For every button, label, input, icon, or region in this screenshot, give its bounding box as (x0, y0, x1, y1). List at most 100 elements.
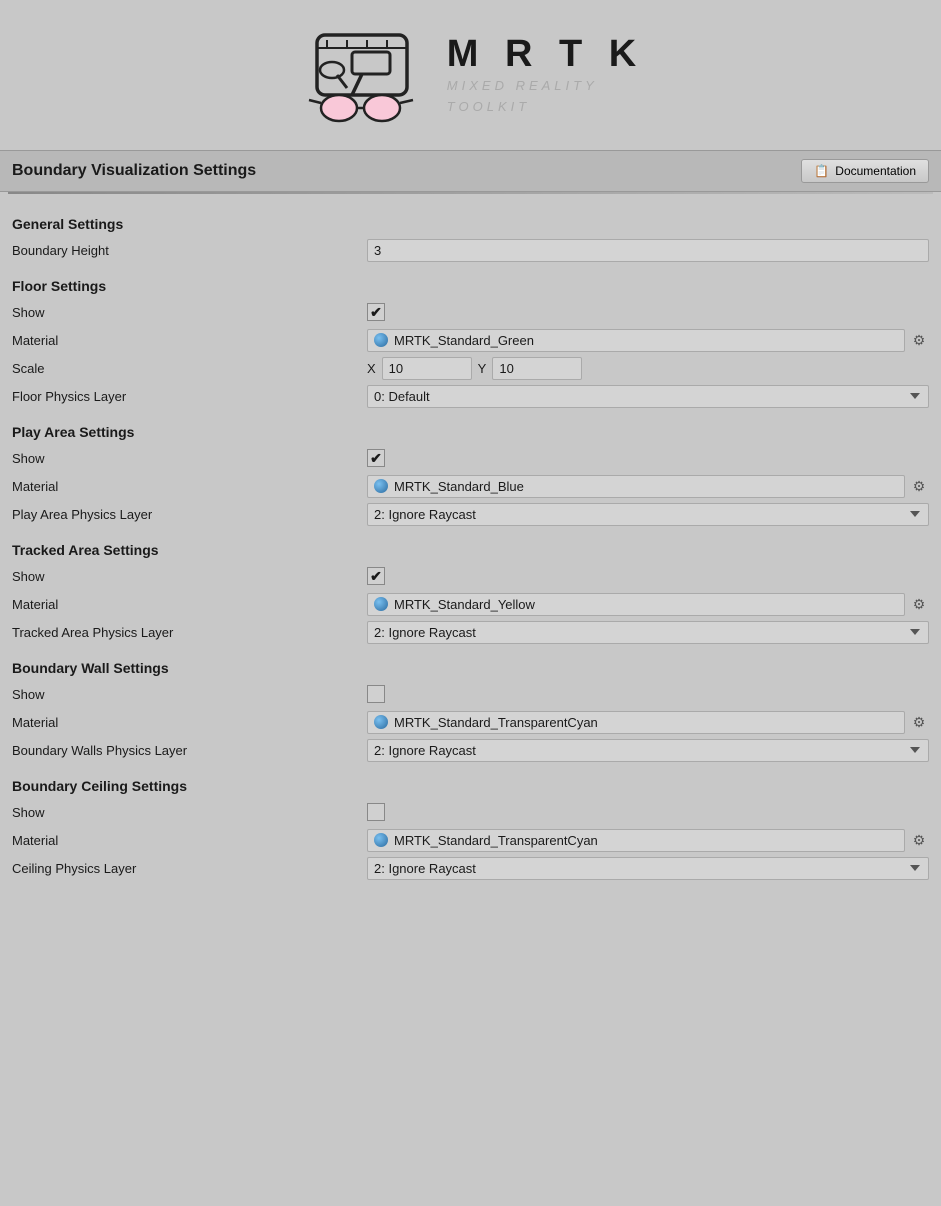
tracked-area-show-checkbox[interactable]: ✔ (367, 567, 385, 585)
boundary-wall-material-text: MRTK_Standard_TransparentCyan (394, 715, 598, 730)
play-area-checkmark: ✔ (370, 451, 382, 465)
play-area-physics-layer-row: Play Area Physics Layer 0: Default 1: Tr… (12, 502, 929, 526)
boundary-wall-material-dot (374, 715, 388, 729)
tracked-area-physics-layer-value: 0: Default 1: TransparentFX 2: Ignore Ra… (367, 621, 929, 644)
floor-scale-row: Scale X Y (12, 356, 929, 380)
floor-material-field[interactable]: MRTK_Standard_Green (367, 329, 905, 352)
boundary-wall-physics-layer-label: Boundary Walls Physics Layer (12, 743, 367, 758)
tracked-area-physics-layer-row: Tracked Area Physics Layer 0: Default 1:… (12, 620, 929, 644)
floor-scale-value: X Y (367, 357, 929, 380)
floor-show-label: Show (12, 305, 367, 320)
floor-material-gear[interactable]: ⚙ (909, 330, 929, 350)
boundary-ceiling-material-dot (374, 833, 388, 847)
tracked-area-settings-group: Tracked Area Settings Show ✔ Material MR… (12, 542, 929, 644)
floor-material-row-inner: MRTK_Standard_Green ⚙ (367, 329, 929, 352)
floor-settings-group: Floor Settings Show ✔ Material MRTK_Stan… (12, 278, 929, 408)
tracked-area-show-value: ✔ (367, 567, 929, 585)
boundary-ceiling-material-row: Material MRTK_Standard_TransparentCyan ⚙ (12, 828, 929, 852)
play-area-material-label: Material (12, 479, 367, 494)
section-header-bar: Boundary Visualization Settings 📋 Docume… (0, 150, 941, 192)
boundary-ceiling-material-gear[interactable]: ⚙ (909, 830, 929, 850)
floor-physics-layer-select[interactable]: 0: Default 1: TransparentFX 2: Ignore Ra… (367, 385, 929, 408)
tracked-area-show-row: Show ✔ (12, 564, 929, 588)
boundary-ceiling-material-label: Material (12, 833, 367, 848)
play-area-material-value: MRTK_Standard_Blue ⚙ (367, 475, 929, 498)
floor-settings-title: Floor Settings (12, 278, 929, 294)
doc-button-label: Documentation (835, 164, 916, 178)
boundary-ceiling-material-row-inner: MRTK_Standard_TransparentCyan ⚙ (367, 829, 929, 852)
boundary-ceiling-show-checkbox[interactable] (367, 803, 385, 821)
boundary-ceiling-material-text: MRTK_Standard_TransparentCyan (394, 833, 598, 848)
floor-show-row: Show ✔ (12, 300, 929, 324)
play-area-show-label: Show (12, 451, 367, 466)
doc-icon: 📋 (814, 164, 829, 178)
floor-scale-x-label: X (367, 361, 376, 376)
tracked-area-physics-layer-label: Tracked Area Physics Layer (12, 625, 367, 640)
boundary-ceiling-settings-title: Boundary Ceiling Settings (12, 778, 929, 794)
play-area-show-value: ✔ (367, 449, 929, 467)
tracked-area-material-field[interactable]: MRTK_Standard_Yellow (367, 593, 905, 616)
boundary-height-label: Boundary Height (12, 243, 367, 258)
floor-scale-y-label: Y (478, 361, 487, 376)
tracked-area-material-gear[interactable]: ⚙ (909, 594, 929, 614)
play-area-material-text: MRTK_Standard_Blue (394, 479, 524, 494)
floor-material-text: MRTK_Standard_Green (394, 333, 534, 348)
boundary-ceiling-show-value (367, 803, 929, 821)
documentation-button[interactable]: 📋 Documentation (801, 159, 929, 183)
logo (297, 20, 427, 130)
boundary-wall-material-field[interactable]: MRTK_Standard_TransparentCyan (367, 711, 905, 734)
boundary-ceiling-physics-layer-value: 0: Default 1: TransparentFX 2: Ignore Ra… (367, 857, 929, 880)
play-area-material-field[interactable]: MRTK_Standard_Blue (367, 475, 905, 498)
boundary-wall-physics-layer-row: Boundary Walls Physics Layer 0: Default … (12, 738, 929, 762)
play-area-settings-title: Play Area Settings (12, 424, 929, 440)
brand-subtitle-line2: TOOLKIT (447, 97, 644, 118)
brand-text: M R T K MIXED REALITY TOOLKIT (447, 33, 644, 118)
play-area-settings-group: Play Area Settings Show ✔ Material MRTK_… (12, 424, 929, 526)
tracked-area-show-label: Show (12, 569, 367, 584)
boundary-wall-physics-layer-select[interactable]: 0: Default 1: TransparentFX 2: Ignore Ra… (367, 739, 929, 762)
tracked-area-material-row-inner: MRTK_Standard_Yellow ⚙ (367, 593, 929, 616)
boundary-wall-show-checkbox[interactable] (367, 685, 385, 703)
floor-show-value: ✔ (367, 303, 929, 321)
boundary-wall-material-gear[interactable]: ⚙ (909, 712, 929, 732)
floor-physics-layer-value: 0: Default 1: TransparentFX 2: Ignore Ra… (367, 385, 929, 408)
boundary-ceiling-material-field[interactable]: MRTK_Standard_TransparentCyan (367, 829, 905, 852)
floor-material-row: Material MRTK_Standard_Green ⚙ (12, 328, 929, 352)
play-area-show-checkbox[interactable]: ✔ (367, 449, 385, 467)
brand-subtitle-line1: MIXED REALITY (447, 76, 644, 97)
boundary-wall-settings-group: Boundary Wall Settings Show Material MRT… (12, 660, 929, 762)
floor-scale-y-input[interactable] (492, 357, 582, 380)
play-area-show-row: Show ✔ (12, 446, 929, 470)
boundary-ceiling-show-label: Show (12, 805, 367, 820)
boundary-wall-show-value (367, 685, 929, 703)
floor-show-checkbox[interactable]: ✔ (367, 303, 385, 321)
tracked-area-material-value: MRTK_Standard_Yellow ⚙ (367, 593, 929, 616)
boundary-wall-settings-title: Boundary Wall Settings (12, 660, 929, 676)
boundary-height-row: Boundary Height (12, 238, 929, 262)
boundary-height-input[interactable] (367, 239, 929, 262)
play-area-material-gear[interactable]: ⚙ (909, 476, 929, 496)
content-area: General Settings Boundary Height Floor S… (0, 194, 941, 908)
boundary-ceiling-physics-layer-row: Ceiling Physics Layer 0: Default 1: Tran… (12, 856, 929, 880)
tracked-area-material-text: MRTK_Standard_Yellow (394, 597, 535, 612)
boundary-wall-show-label: Show (12, 687, 367, 702)
play-area-physics-layer-value: 0: Default 1: TransparentFX 2: Ignore Ra… (367, 503, 929, 526)
general-settings-group: General Settings Boundary Height (12, 216, 929, 262)
floor-physics-layer-label: Floor Physics Layer (12, 389, 367, 404)
boundary-wall-physics-layer-value: 0: Default 1: TransparentFX 2: Ignore Ra… (367, 739, 929, 762)
tracked-area-checkmark: ✔ (370, 569, 382, 583)
play-area-material-row-inner: MRTK_Standard_Blue ⚙ (367, 475, 929, 498)
play-area-physics-layer-label: Play Area Physics Layer (12, 507, 367, 522)
boundary-wall-material-row: Material MRTK_Standard_TransparentCyan ⚙ (12, 710, 929, 734)
floor-material-value: MRTK_Standard_Green ⚙ (367, 329, 929, 352)
floor-checkmark: ✔ (370, 305, 382, 319)
page-title: Boundary Visualization Settings (12, 162, 256, 180)
play-area-physics-layer-select[interactable]: 0: Default 1: TransparentFX 2: Ignore Ra… (367, 503, 929, 526)
boundary-ceiling-physics-layer-label: Ceiling Physics Layer (12, 861, 367, 876)
boundary-wall-material-row-inner: MRTK_Standard_TransparentCyan ⚙ (367, 711, 929, 734)
floor-scale-inputs: X Y (367, 357, 929, 380)
boundary-ceiling-physics-layer-select[interactable]: 0: Default 1: TransparentFX 2: Ignore Ra… (367, 857, 929, 880)
general-settings-title: General Settings (12, 216, 929, 232)
floor-scale-x-input[interactable] (382, 357, 472, 380)
tracked-area-physics-layer-select[interactable]: 0: Default 1: TransparentFX 2: Ignore Ra… (367, 621, 929, 644)
